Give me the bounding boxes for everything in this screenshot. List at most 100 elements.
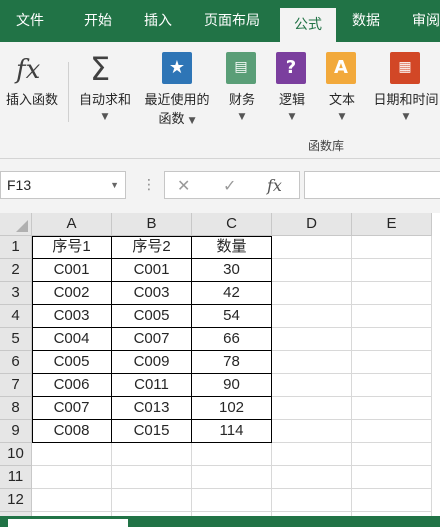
row-header-6[interactable]: 6 <box>0 351 32 374</box>
cell-d3[interactable] <box>272 282 352 305</box>
cell-b3[interactable]: C003 <box>112 282 192 305</box>
worksheet-grid[interactable]: A B C D E 1 序号1 序号2 数量 2 C001 C001 30 3 C002 C003 42 4 C00… <box>0 213 440 527</box>
tab-insert[interactable]: 插入 <box>130 0 186 42</box>
cell-e12[interactable] <box>352 489 432 512</box>
cell-e6[interactable] <box>352 351 432 374</box>
cell-a2[interactable]: C001 <box>32 259 112 282</box>
chevron-down-icon[interactable]: ▼ <box>110 172 119 198</box>
cell-e5[interactable] <box>352 328 432 351</box>
sheet-tab-area[interactable] <box>8 519 128 527</box>
column-header-e[interactable]: E <box>352 213 432 236</box>
tab-data[interactable]: 数据 <box>338 0 394 42</box>
cell-b12[interactable] <box>112 489 192 512</box>
row-header-9[interactable]: 9 <box>0 420 32 443</box>
cancel-icon[interactable]: ✕ <box>177 176 190 195</box>
row-header-7[interactable]: 7 <box>0 374 32 397</box>
cell-e9[interactable] <box>352 420 432 443</box>
tab-file[interactable]: 文件 <box>0 0 60 42</box>
row-header-12[interactable]: 12 <box>0 489 32 512</box>
cell-d9[interactable] <box>272 420 352 443</box>
tab-home[interactable]: 开始 <box>70 0 126 42</box>
cell-b1[interactable]: 序号2 <box>112 236 192 259</box>
financial-button[interactable]: ▤ 财务 ▼ <box>218 42 266 142</box>
cell-d8[interactable] <box>272 397 352 420</box>
cell-a11[interactable] <box>32 466 112 489</box>
column-header-d[interactable]: D <box>272 213 352 236</box>
row-header-1[interactable]: 1 <box>0 236 32 259</box>
cell-d2[interactable] <box>272 259 352 282</box>
row-header-8[interactable]: 8 <box>0 397 32 420</box>
cell-b6[interactable]: C009 <box>112 351 192 374</box>
cell-a12[interactable] <box>32 489 112 512</box>
cell-b4[interactable]: C005 <box>112 305 192 328</box>
formula-bar-resize-handle[interactable]: ⋮ <box>142 177 156 193</box>
cell-e7[interactable] <box>352 374 432 397</box>
cell-a9[interactable]: C008 <box>32 420 112 443</box>
cell-c11[interactable] <box>192 466 272 489</box>
text-functions-button[interactable]: A 文本 ▼ <box>318 42 366 142</box>
column-header-a[interactable]: A <box>32 213 112 236</box>
cell-e4[interactable] <box>352 305 432 328</box>
tab-review[interactable]: 审阅 <box>398 0 440 42</box>
cell-c9[interactable]: 114 <box>192 420 272 443</box>
cell-d1[interactable] <box>272 236 352 259</box>
autosum-button[interactable]: Σ 自动求和 ▼ <box>72 42 138 142</box>
enter-icon[interactable]: ✓ <box>223 176 236 195</box>
insert-function-button[interactable]: fx 插入函数 <box>0 42 64 142</box>
logical-button[interactable]: ? 逻辑 ▼ <box>268 42 316 142</box>
cell-a3[interactable]: C002 <box>32 282 112 305</box>
cell-e3[interactable] <box>352 282 432 305</box>
cell-b10[interactable] <box>112 443 192 466</box>
cell-c10[interactable] <box>192 443 272 466</box>
cell-c2[interactable]: 30 <box>192 259 272 282</box>
cell-e1[interactable] <box>352 236 432 259</box>
cell-a4[interactable]: C003 <box>32 305 112 328</box>
formula-input[interactable] <box>304 171 440 199</box>
cell-c12[interactable] <box>192 489 272 512</box>
cell-d6[interactable] <box>272 351 352 374</box>
recent-functions-button[interactable]: ★ 最近使用的 函数 ▼ <box>138 42 216 142</box>
cell-e11[interactable] <box>352 466 432 489</box>
column-header-c[interactable]: C <box>192 213 272 236</box>
row-header-10[interactable]: 10 <box>0 443 32 466</box>
cell-a6[interactable]: C005 <box>32 351 112 374</box>
cell-d10[interactable] <box>272 443 352 466</box>
cell-a1[interactable]: 序号1 <box>32 236 112 259</box>
cell-d7[interactable] <box>272 374 352 397</box>
tab-formulas[interactable]: 公式 <box>280 8 336 42</box>
cell-c1[interactable]: 数量 <box>192 236 272 259</box>
row-header-3[interactable]: 3 <box>0 282 32 305</box>
cell-d11[interactable] <box>272 466 352 489</box>
column-header-b[interactable]: B <box>112 213 192 236</box>
cell-d5[interactable] <box>272 328 352 351</box>
cell-c4[interactable]: 54 <box>192 305 272 328</box>
row-header-4[interactable]: 4 <box>0 305 32 328</box>
cell-d12[interactable] <box>272 489 352 512</box>
cell-c3[interactable]: 42 <box>192 282 272 305</box>
cell-b2[interactable]: C001 <box>112 259 192 282</box>
cell-e2[interactable] <box>352 259 432 282</box>
cell-e8[interactable] <box>352 397 432 420</box>
cell-a10[interactable] <box>32 443 112 466</box>
cell-c8[interactable]: 102 <box>192 397 272 420</box>
cell-a8[interactable]: C007 <box>32 397 112 420</box>
cell-c6[interactable]: 78 <box>192 351 272 374</box>
cell-d4[interactable] <box>272 305 352 328</box>
cell-b9[interactable]: C015 <box>112 420 192 443</box>
cell-a5[interactable]: C004 <box>32 328 112 351</box>
cell-c5[interactable]: 66 <box>192 328 272 351</box>
cell-e10[interactable] <box>352 443 432 466</box>
datetime-button[interactable]: ▦ 日期和时间 ▼ <box>368 42 440 142</box>
cell-b7[interactable]: C011 <box>112 374 192 397</box>
row-header-5[interactable]: 5 <box>0 328 32 351</box>
cell-b8[interactable]: C013 <box>112 397 192 420</box>
cell-b5[interactable]: C007 <box>112 328 192 351</box>
cell-b11[interactable] <box>112 466 192 489</box>
row-header-2[interactable]: 2 <box>0 259 32 282</box>
tab-page-layout[interactable]: 页面布局 <box>192 0 272 42</box>
insert-function-icon[interactable]: fx <box>267 176 282 195</box>
cell-c7[interactable]: 90 <box>192 374 272 397</box>
row-header-11[interactable]: 11 <box>0 466 32 489</box>
name-box[interactable]: F13 ▼ <box>0 171 126 199</box>
select-all-button[interactable] <box>0 213 32 236</box>
